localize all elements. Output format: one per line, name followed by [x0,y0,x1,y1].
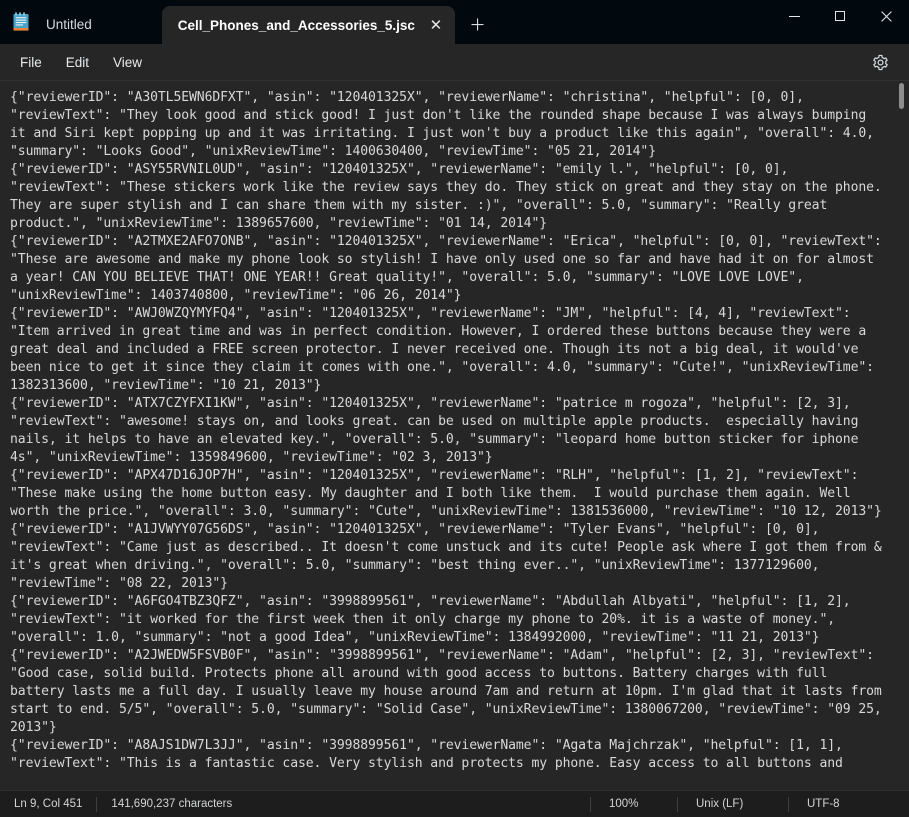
minimize-button[interactable] [771,0,817,32]
document-title: Untitled [46,17,92,32]
tab-label: Cell_Phones_and_Accessories_5.jsc [178,18,415,33]
gear-icon [872,54,889,71]
plus-icon [471,18,484,31]
notepad-window: Untitled Cell_Phones_and_Accessories_5.j… [0,0,909,817]
menu-item-file[interactable]: File [8,50,54,75]
maximize-button[interactable] [817,0,863,32]
settings-button[interactable] [867,49,893,75]
new-tab-button[interactable] [463,9,493,39]
status-left-group: Ln 9, Col 451 141,690,237 characters [0,797,246,812]
vertical-scrollbar[interactable] [895,81,909,790]
editor-area: {"reviewerID": "A30TL5EWN6DFXT", "asin":… [0,80,909,790]
tab-cell-phones-and-accessories[interactable]: Cell_Phones_and_Accessories_5.jsc ✕ [162,6,455,44]
status-right-group: 100% Unix (LF) UTF-8 [590,797,909,812]
status-character-count: 141,690,237 characters [97,798,246,810]
status-cursor-position[interactable]: Ln 9, Col 451 [0,798,96,810]
menu-item-view[interactable]: View [101,50,154,75]
editor-content[interactable]: {"reviewerID": "A30TL5EWN6DFXT", "asin":… [10,89,887,773]
status-bar: Ln 9, Col 451 141,690,237 characters 100… [0,790,909,817]
status-line-ending[interactable]: Unix (LF) [678,798,788,810]
close-button[interactable] [863,0,909,32]
scrollbar-thumb[interactable] [899,83,904,109]
status-zoom-level[interactable]: 100% [591,798,677,810]
notepad-icon-svg [12,12,30,32]
text-editor[interactable]: {"reviewerID": "A30TL5EWN6DFXT", "asin":… [0,81,909,790]
menu-item-edit[interactable]: Edit [54,50,101,75]
window-controls [771,0,909,44]
tab-close-icon[interactable]: ✕ [425,14,447,36]
menu-bar: File Edit View [0,44,909,80]
title-bar: Untitled Cell_Phones_and_Accessories_5.j… [0,0,909,44]
status-encoding[interactable]: UTF-8 [789,798,909,810]
close-icon [881,11,892,22]
notepad-icon [12,12,30,32]
tab-strip: Cell_Phones_and_Accessories_5.jsc ✕ [162,0,771,44]
